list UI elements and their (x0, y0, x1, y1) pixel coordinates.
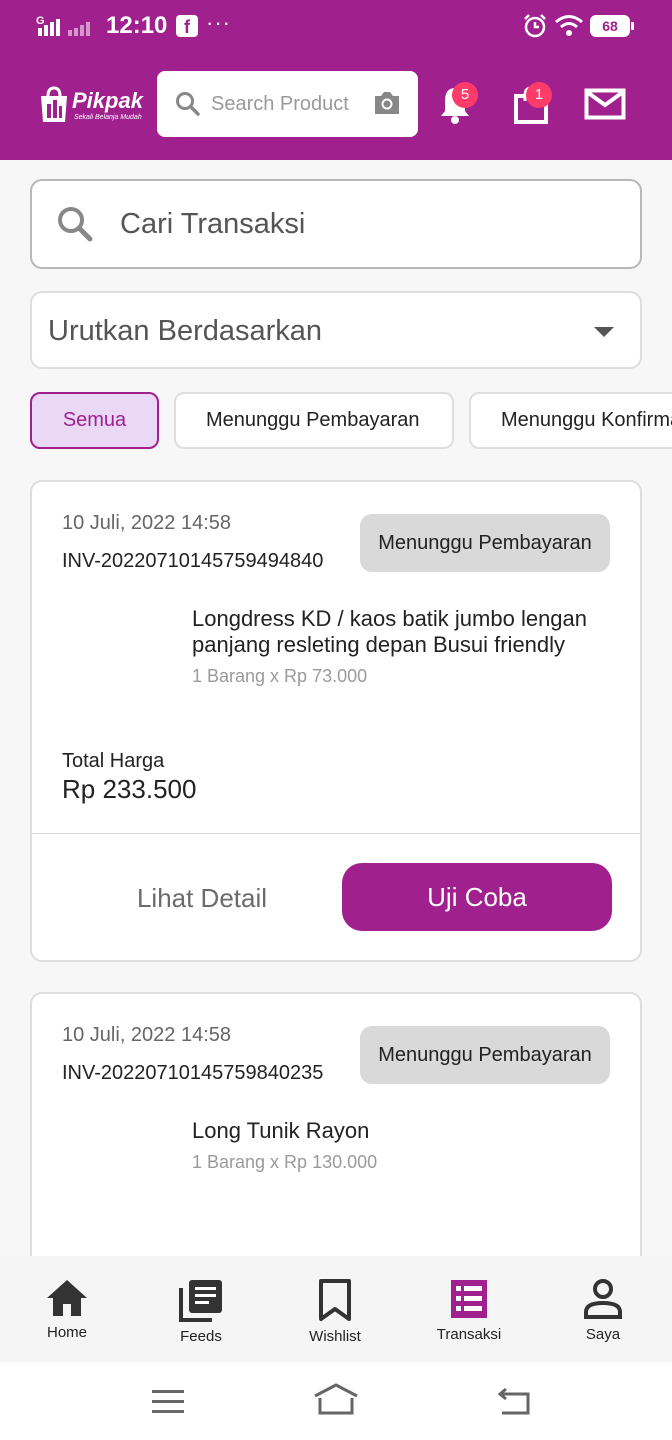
status-badge: Menunggu Pembayaran (360, 514, 610, 572)
card-divider (32, 833, 640, 834)
chip-semua[interactable]: Semua (30, 392, 159, 449)
search-icon (58, 207, 93, 242)
chip-menunggu-pembayaran[interactable]: Menunggu Pembayaran (174, 392, 454, 449)
product-name: Longdress KD / kaos batik jumbo lengan p… (192, 606, 588, 657)
app-header: G 12:10 f ··· 68 Pikpak Sekali Belanja M… (0, 0, 672, 160)
total-price-label: Total Harga (62, 750, 165, 772)
system-navigation-bar (0, 1362, 672, 1440)
app-logo[interactable]: Pikpak Sekali Belanja Mudah (38, 84, 144, 126)
status-filter-chips: Semua Menunggu Pembayaran Menunggu Konfi… (30, 392, 672, 450)
product-quantity-price: 1 Barang x Rp 73.000 (192, 666, 368, 686)
alarm-icon (524, 14, 546, 38)
sort-dropdown-label: Urutkan Berdasarkan (48, 315, 323, 347)
status-badge: Menunggu Pembayaran (360, 1026, 610, 1084)
transaction-card[interactable]: 10 Juli, 2022 14:58 INV-2022071014575949… (30, 480, 642, 962)
notification-badge: 5 (452, 82, 478, 108)
transaction-date: 10 Juli, 2022 14:58 (62, 1024, 232, 1046)
nav-item-home[interactable]: Home (17, 1278, 117, 1358)
logo-tagline: Sekali Belanja Mudah (74, 114, 142, 121)
caret-down-icon (594, 327, 614, 337)
messages-button[interactable] (584, 86, 626, 122)
shopping-bag-logo-icon (41, 86, 67, 122)
wifi-icon (555, 15, 583, 36)
view-detail-button[interactable]: Lihat Detail (92, 867, 312, 929)
status-bar: G 12:10 f ··· 68 (0, 0, 672, 52)
invoice-number: INV-20220710145759494840 (62, 550, 324, 572)
search-icon (176, 92, 200, 116)
back-icon[interactable] (496, 1386, 532, 1416)
cart-button[interactable]: 1 (512, 82, 552, 126)
nav-label-feeds: Feeds (180, 1328, 222, 1345)
product-search-input[interactable] (211, 87, 361, 121)
notification-button[interactable]: 5 (436, 82, 478, 126)
nav-item-transaksi[interactable]: Transaksi (419, 1278, 519, 1358)
transaction-card[interactable]: 10 Juli, 2022 14:58 INV-2022071014575984… (30, 992, 642, 1292)
nav-item-saya[interactable]: Saya (553, 1278, 653, 1358)
bookmark-icon (319, 1279, 351, 1321)
mail-icon (584, 88, 626, 120)
home-icon (47, 1280, 87, 1316)
battery-icon: 68 (590, 15, 634, 37)
nav-label-saya: Saya (585, 1326, 621, 1343)
camera-icon[interactable] (372, 89, 402, 117)
cart-badge: 1 (526, 82, 552, 108)
status-time: 12:10 (106, 12, 168, 39)
person-icon (584, 1279, 622, 1319)
transaction-search-box[interactable] (30, 179, 642, 269)
nav-label-transaksi: Transaksi (436, 1326, 502, 1343)
more-notifications-icon: ··· (206, 10, 231, 35)
invoice-number: INV-20220710145759840235 (62, 1062, 324, 1084)
nav-item-wishlist[interactable]: Wishlist (285, 1278, 385, 1358)
total-price-value: Rp 233.500 (62, 774, 197, 804)
chip-menunggu-konfirmasi[interactable]: Menunggu Konfirmasi (469, 392, 672, 449)
bottom-navigation: Home Feeds Wishlist Transaksi Saya (0, 1256, 672, 1362)
feeds-icon (179, 1280, 222, 1322)
product-quantity-price: 1 Barang x Rp 130.000 (192, 1152, 378, 1172)
sort-dropdown[interactable]: Urutkan Berdasarkan (30, 291, 642, 369)
product-search-box[interactable] (157, 71, 418, 137)
nav-label-home: Home (46, 1324, 87, 1341)
list-icon (451, 1280, 487, 1318)
transaction-search-input[interactable] (120, 203, 600, 245)
logo-text: Pikpak (72, 88, 143, 113)
nav-item-feeds[interactable]: Feeds (151, 1278, 251, 1358)
home-system-icon[interactable] (312, 1382, 360, 1416)
transaction-date: 10 Juli, 2022 14:58 (62, 512, 232, 534)
nav-label-wishlist: Wishlist (309, 1328, 361, 1345)
network-type: G (36, 15, 45, 27)
recent-apps-icon[interactable] (150, 1386, 186, 1416)
try-button[interactable]: Uji Coba (342, 863, 612, 931)
facebook-icon: f (176, 15, 198, 37)
product-name: Long Tunik Rayon (192, 1118, 370, 1143)
signal-icon: G (36, 15, 90, 36)
